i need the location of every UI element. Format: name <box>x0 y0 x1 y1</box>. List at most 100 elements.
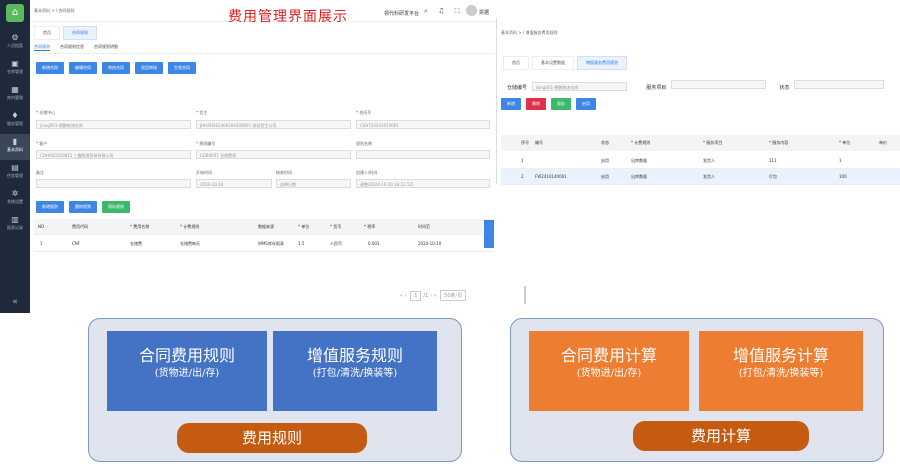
delete-button[interactable]: 删除 <box>526 98 546 110</box>
col-header: * 计费规则 <box>631 140 651 145</box>
sidebar-item-task[interactable]: ▤ 任务管理 <box>0 160 30 186</box>
edit-contract-button[interactable]: 编辑合同 <box>69 62 97 74</box>
delete-rule-button[interactable]: 删除规则 <box>69 201 97 213</box>
sidebar-item-settings[interactable]: ✲ 系统设置 <box>0 186 30 212</box>
cell: 1 <box>521 158 524 163</box>
side-action-button[interactable] <box>484 220 494 248</box>
page-total: /1 <box>423 293 429 299</box>
add-contract-button[interactable]: 新增合同 <box>36 62 64 74</box>
save-rule-button[interactable]: 保存规则 <box>102 201 130 213</box>
value-added-calc-box: 增值服务计算 (打包/清洗/换装等) <box>699 331 863 411</box>
sidebar: ⌂ ⚙ 人员档案 ▣ 仓库管理 ▦ 库内管理 ♦ 服务管理 ▮ 基本资料 ▤ 任务管理 ✲ 系… <box>0 0 30 313</box>
sidebar-label: 库内管理 <box>7 95 23 100</box>
fee-rules-panel: 合同费用规则 (货物进/出/存) 增值服务规则 (打包/清洗/换装等) 费用规则 <box>88 318 462 462</box>
col-header: * 费用名称 <box>130 224 150 229</box>
cell[interactable]: 出库数量 <box>631 158 647 164</box>
subtab-rule[interactable]: 合同规则 <box>34 44 50 51</box>
cell[interactable]: 启用 <box>601 174 609 180</box>
cell[interactable]: 1 <box>839 158 842 163</box>
table-toolbar: 新增规则 删除规则 保存规则 <box>36 201 135 213</box>
status-filter[interactable] <box>794 80 885 89</box>
sidebar-item-warehouse[interactable]: ▣ 仓库管理 <box>0 56 30 82</box>
sidebar-item-inventory[interactable]: ▦ 库内管理 <box>0 82 30 108</box>
avatar[interactable] <box>466 5 477 16</box>
note-field[interactable] <box>36 179 191 188</box>
rule-code-field[interactable]: CGB4001 仓储费规 <box>196 150 351 159</box>
cell[interactable]: 2024-10-10 <box>418 241 441 246</box>
sidebar-label: 服务管理 <box>7 121 23 126</box>
col-header: * 计费规则 <box>180 224 200 229</box>
add-button[interactable]: 新增 <box>501 98 521 110</box>
action-buttons: 新增 删除 保存 启用 <box>501 98 601 110</box>
sidebar-label: 系统设置 <box>7 199 23 204</box>
sidebar-item-basic[interactable]: ▮ 基本资料 <box>0 134 30 160</box>
activate-contract-button[interactable]: 生效合同 <box>168 62 196 74</box>
cell[interactable]: 出库数量 <box>631 174 647 180</box>
reject-audit-button[interactable]: 驳回审核 <box>135 62 163 74</box>
warehouse-filter[interactable]: jiang001-德鹏物流仓库 <box>531 82 627 91</box>
page-tabs: 首页 基本设置数据 增值服务费用规则 <box>503 56 630 70</box>
cell[interactable]: 打包 <box>769 174 777 180</box>
sidebar-item-service[interactable]: ♦ 服务管理 <box>0 108 30 134</box>
service-filter[interactable] <box>670 80 766 89</box>
cell[interactable]: FW2410140001 <box>535 174 567 179</box>
cell[interactable]: 100 <box>839 174 847 179</box>
cell[interactable]: 发货人 <box>703 158 715 164</box>
col-header: 序号 <box>521 140 529 145</box>
value-added-rule-app: 基本资料 > / 增值服务费用规则 首页 基本设置数据 增值服务费用规则 仓储编号 … <box>496 18 900 185</box>
save-button[interactable]: 保存 <box>551 98 571 110</box>
collapse-icon[interactable]: « <box>0 297 30 307</box>
box-subtitle: (打包/清洗/换装等) <box>312 368 398 379</box>
cell[interactable]: 仓储费每天 <box>180 241 200 247</box>
customer-field[interactable]: CDHH20220815 三鑫物流贸易有限公司 <box>36 150 191 159</box>
bell-icon: ♦ <box>11 111 19 120</box>
cell[interactable]: 1.5 <box>298 241 304 246</box>
grid-icon: ▦ <box>11 85 19 94</box>
box-title: 增值服务规则 <box>306 346 403 365</box>
cell[interactable]: 人民币 <box>330 241 342 247</box>
subtab-detail[interactable]: 合同规则明细 <box>94 44 118 50</box>
subtab-info[interactable]: 合同规则信息 <box>60 44 84 50</box>
cell[interactable]: 111 <box>769 158 777 163</box>
tab-home[interactable]: 首页 <box>503 56 529 70</box>
end-date-field[interactable]: 选择日期 <box>276 179 351 188</box>
enable-button[interactable]: 启用 <box>576 98 596 110</box>
tab-home[interactable]: 首页 <box>34 26 60 40</box>
field-label: * 客户 <box>36 141 48 146</box>
audit-contract-button[interactable]: 审核合同 <box>102 62 130 74</box>
box-title: 合同费用规则 <box>138 346 235 365</box>
contract-no-field[interactable]: CSHT20241010001 <box>356 120 490 129</box>
col-header: * 货币 <box>330 224 342 229</box>
user-name[interactable]: 票据 <box>479 9 489 16</box>
start-date-field[interactable]: 2024-10-10 <box>196 179 272 188</box>
col-header: * 单位 <box>298 224 310 229</box>
cell[interactable]: CNF <box>72 241 80 246</box>
table-row[interactable]: 2 FW2410140001 启用 出库数量 发货人 打包 100 <box>501 169 900 185</box>
cell[interactable]: 仓储费 <box>130 241 142 247</box>
sidebar-item-personnel[interactable]: ⚙ 人员档案 <box>0 30 30 56</box>
col-header: * 服务项目 <box>703 140 723 145</box>
cell[interactable]: 发货人 <box>703 174 715 180</box>
page-number[interactable]: 1 <box>410 291 422 301</box>
warehouse-field[interactable]: jiang001-德鹏物流仓库 <box>36 120 191 129</box>
filter-label: 状态 <box>779 85 790 91</box>
cell[interactable]: 启用 <box>601 158 609 164</box>
platform-name: 领代科研发平台 <box>384 11 420 17</box>
page-size-select[interactable]: 50条/页 <box>440 290 467 301</box>
table-row[interactable]: 1 CNF 仓储费 仓储费每天 WMS库存报表 1.5 人民币 0.003 20… <box>34 236 494 252</box>
cell[interactable]: 0.003 <box>368 241 379 246</box>
divider <box>524 286 526 304</box>
sidebar-item-report[interactable]: ▥ 报表记录 <box>0 212 30 238</box>
tab-contract-rule[interactable]: 合同规则 <box>63 26 97 40</box>
tab-basic-data[interactable]: 基本设置数据 <box>532 56 574 70</box>
rule-name-field[interactable] <box>356 150 490 159</box>
table-row[interactable]: 1 启用 出库数量 发货人 111 1 <box>501 153 900 169</box>
contract-fee-rule-box: 合同费用规则 (货物进/出/存) <box>107 331 267 411</box>
box-title: 增值服务计算 <box>732 346 829 365</box>
document-icon: ▮ <box>12 137 18 146</box>
tab-value-added-rule[interactable]: 增值服务费用规则 <box>577 56 627 70</box>
add-rule-button[interactable]: 新增规则 <box>36 201 64 213</box>
owner-field[interactable]: JHHZH202406204300001 测试货主公司 <box>196 120 351 129</box>
cell[interactable]: WMS库存报表 <box>258 241 284 247</box>
col-header: * 服务内容 <box>769 140 789 145</box>
